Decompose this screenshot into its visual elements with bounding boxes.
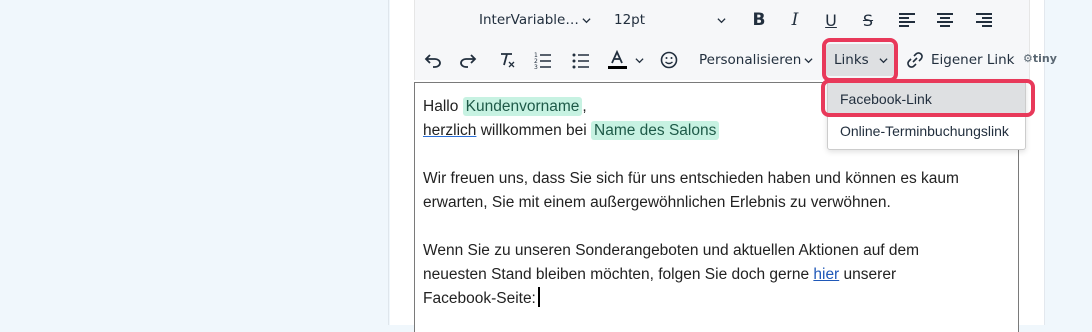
strikethrough-button[interactable]: S (852, 4, 884, 36)
align-right-button[interactable] (968, 4, 1000, 36)
menu-item-facebook-link[interactable]: Facebook-Link (828, 83, 1025, 115)
undo-button[interactable] (417, 44, 449, 76)
italic-button[interactable]: I (779, 4, 811, 36)
undo-icon (424, 54, 441, 68)
personalize-menu-button[interactable]: Personalisieren (691, 44, 821, 76)
custom-link-button[interactable]: Eigener Link (901, 44, 1019, 76)
link-icon (907, 52, 923, 68)
tiny-logo: ⚙tiny (1023, 52, 1057, 65)
chevron-down-icon (717, 17, 726, 23)
align-center-icon (937, 13, 953, 27)
clear-formatting-button[interactable] (491, 44, 523, 76)
spellcheck-word[interactable]: herzlich (423, 122, 476, 139)
personalize-label: Personalisieren (699, 52, 802, 68)
var-salon-name[interactable]: Name des Salons (591, 121, 720, 140)
paragraph-line: Wir freuen uns, dass Sie sich für uns en… (423, 170, 959, 187)
font-family-select[interactable]: InterVariable… (471, 4, 599, 36)
svg-text:3: 3 (534, 64, 538, 69)
numbered-list-icon: 123 (534, 52, 551, 69)
paragraph-text: unserer (843, 266, 897, 283)
font-size-value: 12pt (614, 12, 646, 28)
align-center-button[interactable] (929, 4, 961, 36)
tiny-label: tiny (1032, 52, 1057, 65)
chevron-down-icon (804, 57, 813, 63)
emoji-button[interactable] (653, 44, 685, 76)
menu-item-online-booking-link[interactable]: Online-Terminbuchungslink (828, 115, 1025, 147)
text-color-icon (608, 50, 627, 69)
paragraph-line: neuesten Stand bleiben möchten, folgen S… (423, 263, 1013, 287)
greeting-text: Hallo (423, 98, 459, 115)
emoji-icon (660, 51, 678, 69)
text-cursor (537, 287, 540, 307)
chevron-down-icon (879, 57, 888, 63)
paragraph-line: Wenn Sie zu unseren Sonderangeboten und … (423, 242, 920, 259)
paragraph-line: erwarten, Sie mit einem außergewöhnliche… (423, 194, 891, 211)
paragraph-text: Facebook-Seite: (423, 290, 536, 307)
numbered-list-button[interactable]: 123 (527, 44, 559, 76)
right-panel (1044, 0, 1092, 325)
custom-link-label: Eigener Link (931, 52, 1015, 68)
paragraph-text: neuesten Stand bleiben möchten, folgen S… (423, 266, 810, 283)
paragraph-line: Facebook-Seite: (423, 287, 1013, 311)
left-panel (0, 0, 389, 325)
redo-button[interactable] (452, 44, 484, 76)
align-left-icon (899, 13, 915, 27)
text-color-button[interactable] (603, 44, 653, 76)
redo-icon (460, 54, 477, 68)
bullet-list-icon (572, 53, 589, 69)
chevron-down-icon (635, 57, 644, 63)
links-menu-button[interactable]: Links (826, 44, 896, 76)
chevron-down-icon (582, 17, 591, 23)
font-family-value: InterVariable… (479, 12, 579, 28)
welcome-text: willkommen bei (480, 122, 587, 139)
links-dropdown-menu: Facebook-Link Online-Terminbuchungslink (827, 80, 1026, 150)
hier-link[interactable]: hier (813, 266, 839, 283)
editor-toolbar: InterVariable… 12pt B I U S 123 Personal… (414, 0, 1057, 80)
tiny-icon: ⚙ (1023, 52, 1033, 65)
align-left-button[interactable] (891, 4, 923, 36)
clear-formatting-icon (501, 53, 515, 68)
bold-button[interactable]: B (743, 4, 775, 36)
greeting-comma: , (582, 98, 587, 115)
bullet-list-button[interactable] (565, 44, 597, 76)
var-customer-first-name[interactable]: Kundenvorname (462, 97, 583, 116)
font-size-select[interactable]: 12pt (606, 4, 734, 36)
align-right-icon (976, 13, 992, 27)
underline-button[interactable]: U (815, 4, 847, 36)
links-label: Links (834, 52, 869, 68)
